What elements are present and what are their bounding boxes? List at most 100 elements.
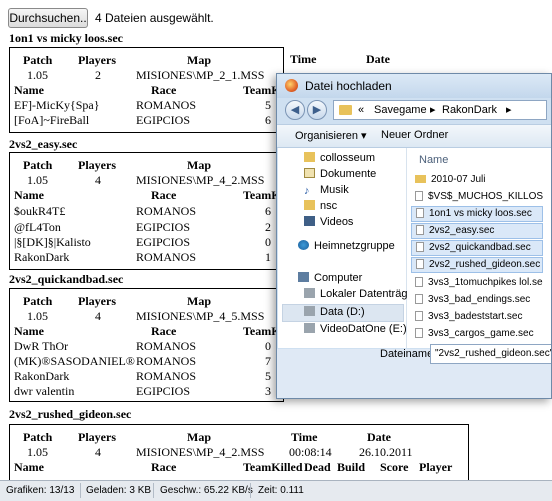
nav-item-computer[interactable]: Computer — [298, 272, 362, 288]
nav-label: Data (D:) — [320, 306, 365, 318]
address-bar: ◀ ▶ « Savegame ▸ RakonDark ▸ — [285, 100, 547, 120]
nav-item-nsc[interactable]: nsc — [304, 200, 337, 216]
header-team: TeamK — [243, 188, 281, 202]
status-loaded: Geladen: 3 KB — [86, 485, 152, 496]
nav-item-musik[interactable]: ♪ Musik — [304, 184, 349, 200]
players-value: 2 — [95, 68, 101, 82]
game-table: Patch Players Map 1.05 4 MISIONES\MP_4_2… — [9, 152, 284, 270]
folder-icon — [339, 105, 352, 115]
player-race: ROMANOS — [136, 369, 197, 383]
folder-icon — [304, 200, 315, 210]
file-item[interactable]: 3vs3_cargos_game.sec — [411, 326, 543, 342]
header-race: Race — [151, 83, 177, 97]
section-title: 2vs2_easy.sec — [9, 137, 78, 151]
header-date: Date — [366, 52, 390, 66]
back-button[interactable]: ◀ — [285, 100, 305, 120]
nav-item-videos[interactable]: Videos — [304, 216, 353, 232]
file-item[interactable]: 2010-07 Juli — [411, 172, 543, 188]
nav-item-collosseum[interactable]: collosseum — [304, 152, 375, 168]
header-name: Name — [14, 324, 44, 338]
file-item[interactable]: 3vs3_bad_endings.sec — [411, 292, 543, 308]
file-item-selected[interactable]: 1on1 vs micky loos.sec — [411, 206, 543, 222]
breadcrumb-chevron[interactable]: ▸ — [506, 101, 512, 119]
upload-bar: Durchsuchen.. 4 Dateien ausgewählt. — [0, 0, 552, 30]
patch-value: 1.05 — [27, 309, 48, 323]
file-label: 3vs3_bad_endings.sec — [428, 294, 531, 305]
file-list: Name 2010-07 Juli $VS$_MUCHOS_KILLOS.sec… — [407, 148, 551, 348]
player-race: ROMANOS — [136, 339, 197, 353]
header-race: Race — [151, 460, 177, 474]
nav-label: Lokaler Datenträg — [320, 288, 408, 300]
browse-button[interactable]: Durchsuchen.. — [8, 8, 88, 28]
breadcrumb-savegame[interactable]: Savegame — [374, 101, 427, 119]
player-team: 1 — [265, 250, 271, 264]
folder-icon — [304, 152, 315, 162]
breadcrumb-chevron[interactable]: ▸ — [430, 101, 436, 119]
documents-icon — [304, 168, 315, 178]
file-icon — [415, 294, 423, 304]
forward-button[interactable]: ▶ — [307, 100, 327, 120]
nav-label: nsc — [320, 200, 338, 212]
nav-item-local-disk[interactable]: Lokaler Datenträg — [304, 288, 407, 304]
header-team: TeamK — [243, 83, 281, 97]
players-value: 4 — [95, 309, 101, 323]
file-item-selected[interactable]: 2vs2_easy.sec — [411, 223, 543, 239]
player-team: 6 — [265, 113, 271, 127]
nav-item-homegroup[interactable]: Heimnetzgruppe — [298, 240, 395, 256]
nav-item-dokumente[interactable]: Dokumente — [304, 168, 376, 184]
header-race: Race — [151, 188, 177, 202]
path-breadcrumb[interactable]: « Savegame ▸ RakonDark ▸ — [333, 100, 547, 120]
player-team: 3 — [265, 384, 271, 398]
header-players: Players — [78, 430, 116, 444]
header-teamkilled: TeamKilled — [243, 460, 303, 474]
file-label: 3vs3_cargos_game.sec — [428, 328, 534, 339]
player-team: 5 — [265, 98, 271, 112]
dialog-content: collosseum Dokumente ♪ Musik nsc Videos H… — [278, 148, 551, 348]
player-team: 5 — [265, 369, 271, 383]
filename-input[interactable]: "2vs2_rushed_gideon.sec" "1on1 — [430, 344, 551, 364]
file-label: 2010-07 Juli — [431, 174, 486, 185]
dialog-toolbar: Organisieren ▾ Neuer Ordner — [277, 124, 551, 148]
file-item-selected[interactable]: 2vs2_rushed_gideon.sec — [411, 257, 543, 273]
dialog-titlebar[interactable]: Datei hochladen — [277, 74, 551, 98]
player-team: 7 — [265, 354, 271, 368]
header-patch: Patch — [23, 430, 53, 444]
player-name: [FoA]~FireBall — [14, 113, 90, 127]
patch-value: 1.05 — [27, 173, 48, 187]
header-race: Race — [151, 324, 177, 338]
header-date: Date — [367, 430, 391, 444]
file-item-selected[interactable]: 2vs2_quickandbad.sec — [411, 240, 543, 256]
breadcrumb-overflow[interactable]: « — [358, 101, 364, 119]
nav-label: VideoDatOne (E:) — [320, 323, 407, 335]
status-graphics: Grafiken: 13/13 — [6, 485, 75, 496]
new-folder-button[interactable]: Neuer Ordner — [381, 129, 448, 141]
column-header-name[interactable]: Name — [419, 154, 448, 166]
organize-menu[interactable]: Organisieren ▾ — [295, 129, 367, 142]
filename-label: Dateiname: — [380, 348, 437, 360]
breadcrumb-rakondark[interactable]: RakonDark — [442, 101, 497, 119]
header-score: Score — [380, 460, 409, 474]
section-title: 2vs2_quickandbad.sec — [9, 272, 124, 286]
file-icon — [415, 328, 423, 338]
time-value: 00:08:14 — [289, 445, 332, 459]
game-table: Patch Players Map Time Date 1.05 4 MISIO… — [9, 424, 469, 484]
status-speed: Geschw.: 65.22 KB/s — [160, 485, 253, 496]
nav-item-videodatone-e[interactable]: VideoDatOne (E:) — [304, 323, 407, 339]
folder-icon — [415, 175, 426, 183]
file-label: 3vs3_badeststart.sec — [428, 311, 523, 322]
file-label: 2vs2_rushed_gideon.sec — [429, 259, 541, 270]
header-map: Map — [187, 158, 211, 172]
nav-label: Musik — [320, 184, 349, 196]
file-item[interactable]: $VS$_MUCHOS_KILLOS.sec — [411, 189, 543, 205]
nav-item-data-d[interactable]: Data (D:) — [304, 306, 365, 322]
player-name: @fL4Ton — [14, 220, 61, 234]
header-build: Build — [337, 460, 366, 474]
header-name: Name — [14, 188, 44, 202]
file-item[interactable]: 3vs3_1tomuchpikes lol.sec — [411, 275, 543, 291]
firefox-icon — [285, 79, 298, 92]
player-race: ROMANOS — [136, 204, 197, 218]
file-item[interactable]: 3vs3_badeststart.sec — [411, 309, 543, 325]
player-race: ROMANOS — [136, 250, 197, 264]
header-time: Time — [291, 430, 318, 444]
players-value: 4 — [95, 173, 101, 187]
